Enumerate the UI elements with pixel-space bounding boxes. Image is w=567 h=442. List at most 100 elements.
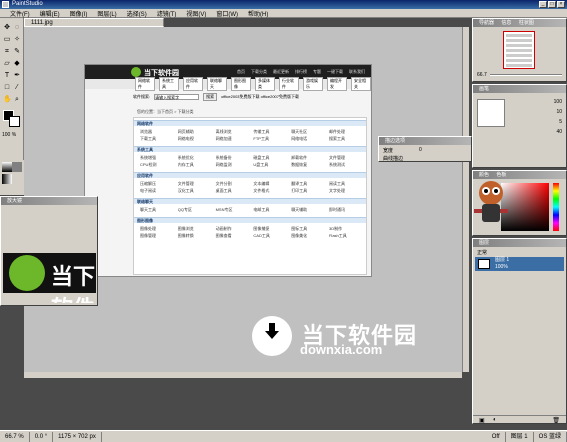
menu-view[interactable]: 视图(V) xyxy=(186,9,206,18)
status-zoom[interactable]: 66.7 % xyxy=(0,431,30,442)
navigator-tabs: 导航器 信息 柱状图 xyxy=(473,19,566,27)
status-right1: Off xyxy=(487,431,506,442)
navigator-thumbnail[interactable] xyxy=(503,31,535,69)
category-link: 网络加速 xyxy=(215,136,232,141)
new-layer-icon[interactable]: ▣ xyxy=(479,417,485,424)
category-link: 图标工具 xyxy=(291,226,308,231)
delete-layer-icon[interactable]: 🗑 xyxy=(552,417,560,424)
header-link: 联系我们 xyxy=(349,69,365,74)
fill-tool-icon[interactable]: ◆ xyxy=(13,60,21,68)
tab-navigator[interactable]: 导航器 xyxy=(479,20,494,26)
hand-tool-icon[interactable]: ✋ xyxy=(3,96,12,104)
category-link: CAD工具 xyxy=(253,233,270,238)
stroke-width-value[interactable]: 0 xyxy=(419,147,422,153)
category-section-title: 图形图像 xyxy=(134,217,366,223)
category-link: U盘工具 xyxy=(253,162,269,167)
category-link: 图像管理 xyxy=(140,233,156,238)
tab-histogram[interactable]: 柱状图 xyxy=(519,20,534,26)
category-link: 系统增强 xyxy=(140,155,156,160)
category-link: 图像查看 xyxy=(215,233,232,238)
status-right2: 图层 1 xyxy=(506,431,534,442)
gradient2-preset-swatch[interactable] xyxy=(2,174,12,184)
zoom-tool-icon[interactable]: ⌕ xyxy=(13,96,21,104)
category-link: 文件格式 xyxy=(253,188,270,193)
minimize-button[interactable]: _ xyxy=(539,1,547,8)
eyedropper-tool-icon[interactable]: ⁄ xyxy=(13,84,21,92)
header-link: 专题 xyxy=(313,69,321,74)
category-row: 图像管理 图像转换 图像查看 CAD工具 图像美化 Flash工具 xyxy=(140,233,365,238)
site-nav-tab: 联络聊天 xyxy=(207,77,227,91)
layers-panel: 图层 正常 图层 1 100% ▣ ◐ 🗑 xyxy=(472,238,567,424)
menu-help[interactable]: 帮助(H) xyxy=(248,9,268,18)
category-link: 打印工具 xyxy=(291,188,308,193)
menu-file[interactable]: 文件(F) xyxy=(10,9,30,18)
watermark-url: downxia.com xyxy=(300,342,383,357)
status-bar: 66.7 % 0.0 ° 1175 × 702 px Off 图层 1 OS 蓝… xyxy=(0,430,567,442)
category-link: 图像捕捉 xyxy=(253,226,270,231)
maximize-button[interactable]: □ xyxy=(548,1,556,8)
layers-title[interactable]: 图层 xyxy=(473,239,566,247)
window-title: PaintStudio xyxy=(12,1,43,7)
navigator-zoom-value: 66.7 xyxy=(477,71,487,78)
category-link: 文件管理 xyxy=(328,155,345,160)
site-logo-icon xyxy=(131,67,141,77)
brush-hardness-value[interactable]: 10 xyxy=(556,109,562,115)
mascot-image xyxy=(468,175,514,227)
category-link: 翻译工具 xyxy=(291,181,308,186)
menu-layer[interactable]: 图层(L) xyxy=(97,9,116,18)
header-link: 一键下载 xyxy=(327,69,343,74)
menu-select[interactable]: 选择(S) xyxy=(127,9,147,18)
brush-preview[interactable] xyxy=(477,99,505,127)
category-link: 图像转换 xyxy=(177,233,194,238)
tab-info[interactable]: 信息 xyxy=(501,20,511,26)
document-tab[interactable]: 1111.jpg xyxy=(24,18,164,27)
wand-tool-icon[interactable]: ✧ xyxy=(13,36,21,44)
eraser-tool-icon[interactable]: ▱ xyxy=(3,60,11,68)
magnified-text: 当下软件园 xyxy=(51,264,96,303)
category-link: CPU检测 xyxy=(140,162,157,167)
brush-opacity-value[interactable]: 40 xyxy=(556,129,562,135)
category-row: 聊天工具 QQ专区 MSN专区 电邮工具 聊天辅助 即时通讯 xyxy=(140,207,365,212)
brush-tool-icon[interactable]: ✎ xyxy=(13,48,21,56)
category-link: 传输工具 xyxy=(253,129,270,134)
category-row: 电子阅读 汉化工具 桌面工具 文件格式 打印工具 文字处理 xyxy=(140,188,365,193)
menu-filter[interactable]: 滤镜(T) xyxy=(157,9,177,18)
background-color-swatch[interactable] xyxy=(9,116,20,127)
gradient-preset-swatch[interactable] xyxy=(2,162,12,172)
brushes-title[interactable]: 画笔 xyxy=(473,85,566,93)
brush-spacing-value[interactable]: 5 xyxy=(559,119,562,125)
hue-slider[interactable] xyxy=(553,183,559,231)
text-tool-icon[interactable]: T xyxy=(3,72,11,80)
shape-tool-icon[interactable]: □ xyxy=(3,84,11,92)
menu-image[interactable]: 图像(I) xyxy=(70,9,88,18)
category-link: 图像处理 xyxy=(140,226,156,231)
image-content-website: 当下软件园 首页 下载分类 最近更新 排行榜 专题 一键下载 联系我们 网络软件… xyxy=(84,64,372,277)
menu-window[interactable]: 窗口(W) xyxy=(216,9,238,18)
pattern-preset-swatch[interactable] xyxy=(12,162,22,172)
crop-tool-icon[interactable]: ⌗ xyxy=(3,48,11,56)
site-search-row: 软件搜索: 请输入搜索字 搜索 office2003免费版下载 office20… xyxy=(133,93,361,101)
site-hot-links: office2003免费版下载 office2007免费版下载 xyxy=(221,94,300,99)
layer-row[interactable]: 图层 1 100% xyxy=(475,257,564,271)
brush-size-value[interactable]: 100 xyxy=(554,99,562,105)
menu-edit[interactable]: 编辑(E) xyxy=(40,9,60,18)
app-icon xyxy=(2,1,9,8)
stroke-width-label: 宽度 xyxy=(383,148,394,154)
lasso-tool-icon[interactable]: ◌ xyxy=(13,24,21,32)
site-search-label: 软件搜索: xyxy=(133,94,151,99)
category-section-title: 应用软件 xyxy=(134,172,366,178)
move-tool-icon[interactable]: ✥ xyxy=(3,24,11,32)
site-nav-tab: 安全相关 xyxy=(351,77,371,91)
close-button[interactable]: × xyxy=(557,1,565,8)
category-link: 聊天社区 xyxy=(291,129,308,134)
navigator-zoom-slider[interactable] xyxy=(489,73,562,76)
site-search-box: 请输入搜索字 xyxy=(154,94,200,100)
pen-tool-icon[interactable]: ✒ xyxy=(13,72,21,80)
category-row: 压缩解压 文件管理 文件分割 文本编辑 翻译工具 阅读工具 xyxy=(140,181,365,186)
layer-blend-mode[interactable]: 正常 xyxy=(477,249,487,256)
site-nav-tab: 系统工具 xyxy=(159,77,179,91)
curve-stroke-checkbox[interactable]: 曲线描边 xyxy=(383,155,403,162)
layer-mask-icon[interactable]: ◐ xyxy=(493,417,497,423)
header-link: 下载分类 xyxy=(251,69,267,74)
marquee-tool-icon[interactable]: ▭ xyxy=(3,36,11,44)
